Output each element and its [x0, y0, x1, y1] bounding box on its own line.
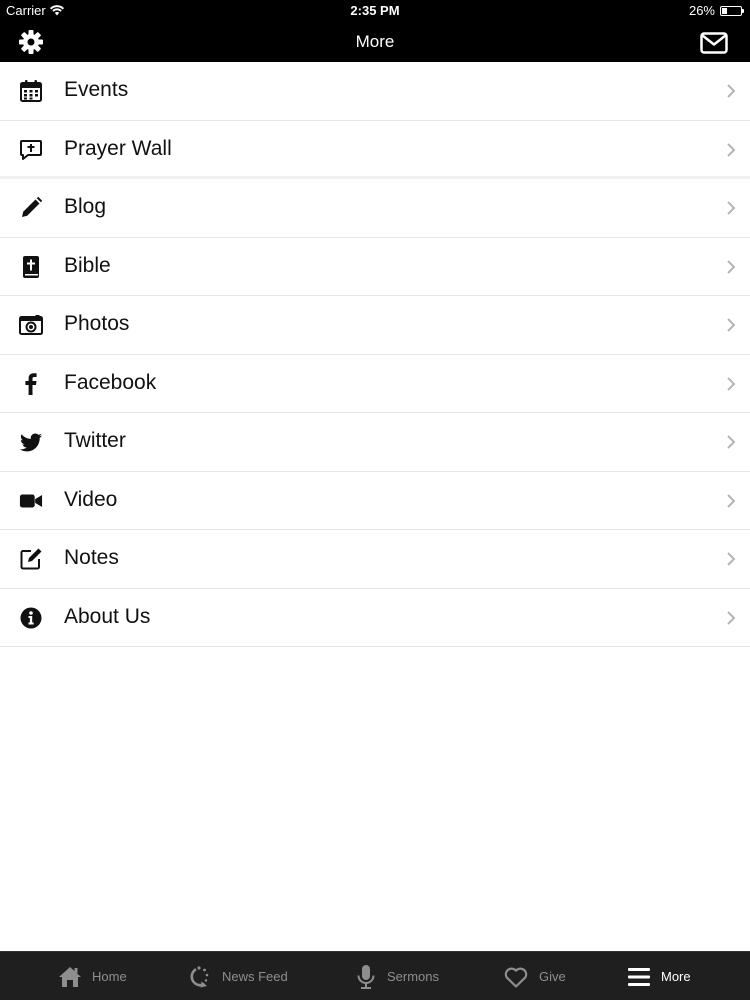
menu-list: Events Prayer Wall Blog Bible Photos Fac…	[0, 62, 750, 647]
menu-item-label: Prayer Wall	[64, 136, 172, 160]
tab-sermons[interactable]: Sermons	[355, 952, 439, 1001]
chevron-right-icon	[726, 142, 736, 158]
chevron-right-icon	[726, 610, 736, 626]
tab-news-feed[interactable]: News Feed	[186, 952, 288, 1001]
chevron-right-icon	[726, 317, 736, 333]
tab-label: News Feed	[222, 969, 288, 984]
menu-item-photos[interactable]: Photos	[0, 296, 750, 355]
tab-label: Sermons	[387, 969, 440, 984]
chevron-right-icon	[726, 493, 736, 509]
tab-bar: Home News Feed Sermons Give More	[0, 951, 750, 1000]
page-title: More	[355, 32, 395, 51]
battery-fill	[722, 7, 727, 14]
menu-item-label: Facebook	[64, 370, 157, 394]
home-icon	[58, 965, 82, 989]
camera-icon	[19, 313, 43, 337]
menu-item-label: Photos	[64, 312, 130, 335]
tab-label: More	[661, 969, 691, 984]
battery-icon	[720, 5, 744, 16]
menu-item-label: Notes	[64, 546, 119, 569]
heart-icon	[503, 965, 529, 989]
chevron-right-icon	[726, 551, 736, 567]
menu-item-label: Events	[64, 78, 129, 101]
tab-home[interactable]: Home	[58, 952, 127, 1001]
chevron-right-icon	[726, 83, 736, 99]
menu-item-twitter[interactable]: Twitter	[0, 413, 750, 472]
menu-item-video[interactable]: Video	[0, 471, 750, 530]
battery-percent: 26%	[688, 3, 715, 18]
tab-label: Home	[92, 969, 127, 984]
menu-item-prayer-wall[interactable]: Prayer Wall	[0, 120, 750, 179]
chevron-right-icon	[726, 376, 736, 392]
menu-item-label: About Us	[64, 604, 151, 628]
chevron-right-icon	[726, 434, 736, 450]
menu-item-label: Blog	[64, 195, 107, 218]
facebook-icon	[19, 372, 43, 396]
tab-more[interactable]: More	[627, 952, 691, 1001]
microphone-icon	[355, 964, 377, 990]
edit-note-icon	[19, 547, 43, 571]
info-icon	[19, 606, 43, 630]
menu-item-notes[interactable]: Notes	[0, 530, 750, 589]
prayer-bubble-icon	[19, 138, 43, 162]
chevron-right-icon	[726, 259, 736, 275]
menu-item-events[interactable]: Events	[0, 62, 750, 121]
menu-icon	[627, 966, 651, 988]
tab-label: Give	[539, 969, 566, 984]
menu-item-bible[interactable]: Bible	[0, 237, 750, 296]
battery-group: 26%	[688, 3, 744, 18]
menu-item-facebook[interactable]: Facebook	[0, 354, 750, 413]
nav-bar: More	[0, 22, 750, 62]
menu-item-label: Twitter	[64, 429, 126, 452]
menu-item-label: Bible	[64, 253, 111, 277]
status-bar: Carrier 2:35 PM 26%	[0, 0, 750, 22]
chevron-right-icon	[726, 200, 736, 216]
menu-item-label: Video	[64, 487, 118, 511]
twitter-icon	[19, 430, 43, 454]
pencil-icon	[19, 196, 43, 220]
calendar-icon	[19, 79, 43, 103]
mail-icon[interactable]	[700, 32, 728, 54]
refresh-icon	[186, 965, 212, 989]
status-time: 2:35 PM	[350, 3, 400, 18]
video-camera-icon	[19, 489, 43, 513]
menu-item-blog[interactable]: Blog	[0, 179, 750, 238]
bible-icon	[19, 255, 43, 279]
menu-item-about-us[interactable]: About Us	[0, 588, 750, 647]
tab-give[interactable]: Give	[503, 952, 566, 1001]
